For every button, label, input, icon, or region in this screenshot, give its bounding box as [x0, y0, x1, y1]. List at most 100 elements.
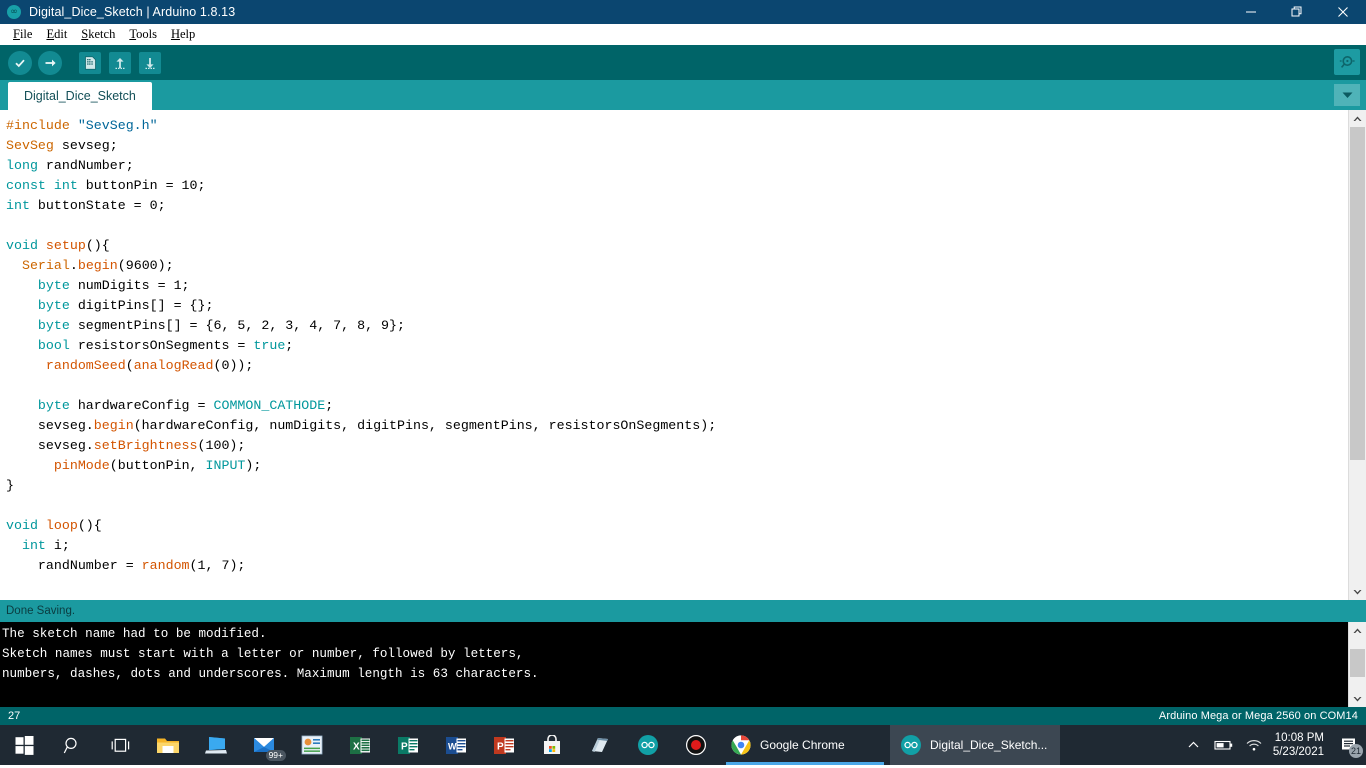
- office-icon[interactable]: [288, 725, 336, 765]
- windows-start-icon: [15, 735, 33, 755]
- code-token: (100);: [197, 438, 246, 453]
- editor-scroll-track[interactable]: [1349, 127, 1366, 583]
- editor-scroll-up-button[interactable]: [1349, 110, 1366, 127]
- menu-sketch[interactable]: Sketch: [74, 25, 122, 43]
- menu-tools-label: ools: [136, 27, 157, 41]
- code-token: void: [6, 238, 38, 253]
- status-bar: 27 Arduino Mega or Mega 2560 on COM14: [0, 707, 1366, 725]
- new-button[interactable]: [76, 49, 104, 77]
- window-title: Digital_Dice_Sketch | Arduino 1.8.13: [29, 5, 236, 19]
- menu-file-label: ile: [19, 27, 33, 41]
- code-token: randNumber;: [37, 158, 134, 173]
- wifi-icon[interactable]: [1239, 725, 1269, 765]
- code-token: digitPins[] = {};: [69, 298, 214, 313]
- code-token: byte: [37, 398, 70, 413]
- console-scroll-up-button[interactable]: [1349, 622, 1366, 639]
- restore-button[interactable]: [1274, 0, 1320, 24]
- code-token: const int: [6, 178, 78, 193]
- code-text[interactable]: #include "SevSeg.h" SevSeg sevseg; long ra…: [0, 110, 1366, 576]
- tray-overflow-button[interactable]: [1179, 725, 1209, 765]
- code-token: true: [253, 338, 286, 353]
- open-button[interactable]: [106, 49, 134, 77]
- verify-button[interactable]: [6, 49, 34, 77]
- microsoft-store-icon[interactable]: [528, 725, 576, 765]
- start-button[interactable]: [0, 725, 48, 765]
- tab-menu-button[interactable]: [1334, 84, 1360, 106]
- word-icon[interactable]: W: [432, 725, 480, 765]
- upload-button[interactable]: [36, 49, 64, 77]
- taskbar-search-button[interactable]: [48, 725, 96, 765]
- save-icon: [139, 51, 161, 74]
- menu-edit[interactable]: Edit: [39, 25, 74, 43]
- notifications-button[interactable]: 21: [1332, 725, 1366, 765]
- close-button[interactable]: [1320, 0, 1366, 24]
- code-line: randNumber = random(1, 7);: [6, 556, 1366, 576]
- code-token: Serial: [21, 258, 70, 273]
- console-scrollbar[interactable]: [1348, 622, 1366, 707]
- file-explorer-icon[interactable]: [144, 725, 192, 765]
- console-scroll-down-button[interactable]: [1349, 690, 1366, 707]
- console-scroll-thumb[interactable]: [1350, 649, 1365, 677]
- code-line: byte numDigits = 1;: [6, 276, 1366, 296]
- menu-help[interactable]: Help: [164, 25, 202, 43]
- title-bar: ∞ Digital_Dice_Sketch | Arduino 1.8.13: [0, 0, 1366, 24]
- battery-icon[interactable]: [1209, 725, 1239, 765]
- save-button[interactable]: [136, 49, 164, 77]
- code-line: bool resistorsOnSegments = true;: [6, 336, 1366, 356]
- code-line: long randNumber;: [6, 156, 1366, 176]
- code-token: (hardwareConfig, numDigits, digitPins, s…: [133, 418, 717, 433]
- code-token: SevSeg: [6, 138, 54, 153]
- taskbar-task-google-chrome[interactable]: Google Chrome: [720, 725, 890, 765]
- serial-monitor-button[interactable]: [1334, 49, 1360, 75]
- menu-bar: File Edit Sketch Tools Help: [0, 24, 1366, 45]
- code-token: int: [6, 198, 30, 213]
- code-line: pinMode(buttonPin, INPUT);: [6, 456, 1366, 476]
- publisher-icon[interactable]: P: [384, 725, 432, 765]
- code-token: );: [245, 458, 262, 473]
- line-number-indicator: 27: [8, 710, 21, 722]
- clock-date: 5/23/2021: [1272, 746, 1324, 758]
- code-token: buttonPin = 10;: [77, 178, 206, 193]
- code-line: sevseg.begin(hardwareConfig, numDigits, …: [6, 416, 1366, 436]
- minimize-button[interactable]: [1228, 0, 1274, 24]
- code-line: byte segmentPins[] = {6, 5, 2, 3, 4, 7, …: [6, 316, 1366, 336]
- console-output[interactable]: The sketch name had to be modified. Sketc…: [0, 622, 1366, 707]
- mail-icon[interactable]: 99+: [240, 725, 288, 765]
- record-icon[interactable]: [672, 725, 720, 765]
- code-token: (0));: [213, 358, 254, 373]
- toolbar: [0, 45, 1366, 80]
- taskbar-task-digital-dice-sketch[interactable]: Digital_Dice_Sketch...: [890, 725, 1060, 765]
- menu-help-mnemonic: H: [170, 27, 180, 41]
- verify-icon: [8, 50, 32, 75]
- code-token: bool: [37, 338, 70, 353]
- console-scroll-track[interactable]: [1349, 639, 1366, 690]
- arduino-icon[interactable]: [624, 725, 672, 765]
- tab-digital-dice-sketch[interactable]: Digital_Dice_Sketch: [8, 82, 152, 110]
- code-token: int: [21, 538, 46, 553]
- arduino-infinity-icon: ∞: [7, 5, 21, 19]
- sticky-notes-icon[interactable]: [576, 725, 624, 765]
- taskbar-clock[interactable]: 10:08 PM 5/23/2021: [1269, 731, 1332, 759]
- menu-tools[interactable]: Tools: [122, 25, 164, 43]
- editor-scroll-thumb[interactable]: [1350, 127, 1365, 460]
- task-view-button[interactable]: [96, 725, 144, 765]
- code-token: i;: [45, 538, 70, 553]
- magnifier-icon: [1339, 55, 1355, 68]
- powerpoint-icon[interactable]: P: [480, 725, 528, 765]
- remote-desktop-icon[interactable]: [192, 725, 240, 765]
- console-text: The sketch name had to be modified. Sketc…: [0, 622, 1366, 684]
- window-controls: [1228, 0, 1366, 24]
- code-editor[interactable]: #include "SevSeg.h" SevSeg sevseg; long ra…: [0, 110, 1366, 600]
- editor-scroll-down-button[interactable]: [1349, 583, 1366, 600]
- code-token: (){: [85, 238, 110, 253]
- code-token: #include: [6, 118, 78, 133]
- menu-file[interactable]: File: [6, 25, 39, 43]
- editor-scrollbar[interactable]: [1348, 110, 1366, 600]
- code-token: hardwareConfig =: [69, 398, 214, 413]
- code-token: numDigits = 1;: [69, 278, 190, 293]
- code-line: int buttonState = 0;: [6, 196, 1366, 216]
- excel-icon[interactable]: X: [336, 725, 384, 765]
